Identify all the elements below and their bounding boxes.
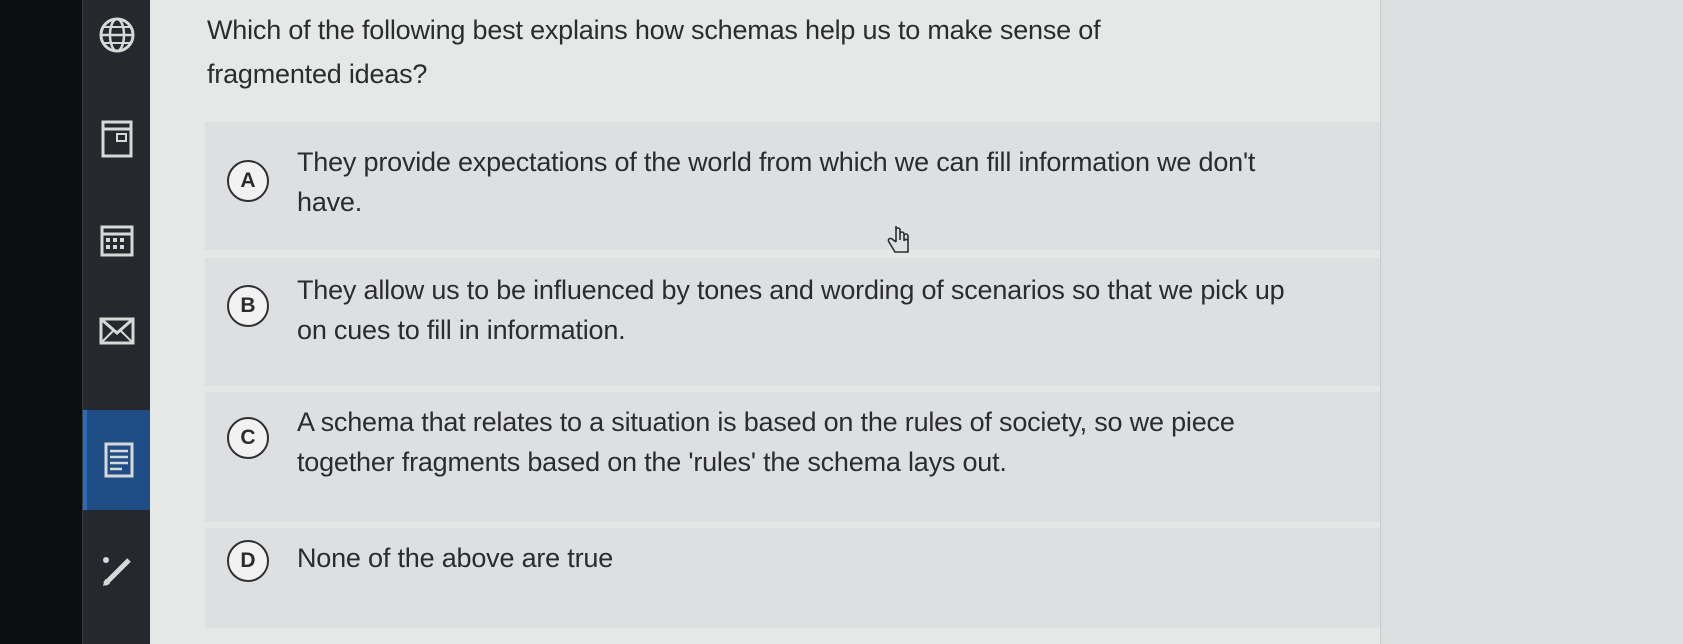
- choice-d[interactable]: D None of the above are true: [205, 528, 1465, 628]
- choice-text-a: They provide expectations of the world f…: [297, 147, 1256, 217]
- choice-text-d: None of the above are true: [297, 543, 614, 573]
- choice-letter-a: A: [227, 160, 269, 202]
- choice-a[interactable]: A They provide expectations of the world…: [205, 122, 1465, 250]
- document-icon[interactable]: [83, 410, 151, 510]
- choice-text-b: They allow us to be influenced by tones …: [297, 275, 1285, 345]
- pencil-icon[interactable]: [83, 540, 151, 600]
- panel-icon[interactable]: [83, 108, 151, 168]
- choice-letter-b: B: [227, 285, 269, 327]
- question-panel: Which of the following best explains how…: [150, 0, 1465, 644]
- right-panel: [1380, 0, 1683, 644]
- monitor-bezel: [0, 0, 82, 644]
- hand-cursor-icon: [887, 226, 909, 253]
- choice-letter-d: D: [227, 540, 269, 582]
- choice-c[interactable]: C A schema that relates to a situation i…: [205, 392, 1465, 522]
- sidebar: [82, 0, 151, 644]
- question-text: Which of the following best explains how…: [207, 15, 1101, 89]
- mail-icon[interactable]: [83, 300, 151, 360]
- choice-letter-c: C: [227, 417, 269, 459]
- choice-text-c: A schema that relates to a situation is …: [297, 407, 1235, 477]
- globe-icon[interactable]: [83, 5, 151, 65]
- calendar-icon[interactable]: [83, 210, 151, 270]
- choice-b[interactable]: B They allow us to be influenced by tone…: [205, 258, 1465, 386]
